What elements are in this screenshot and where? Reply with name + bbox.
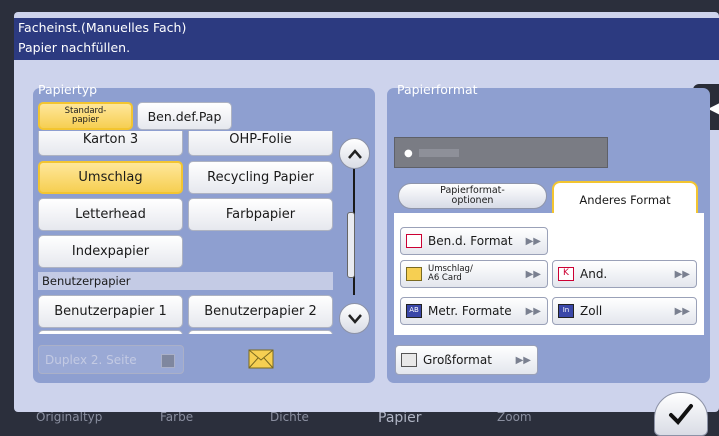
bg-tab-farbe: Farbe: [160, 410, 194, 424]
format-value-redacted: [419, 149, 459, 157]
btn-letterhead[interactable]: Letterhead: [38, 198, 183, 231]
btn-list-next-row-2[interactable]: [188, 330, 333, 334]
scroll-down-button[interactable]: [339, 303, 370, 334]
double-chevron-right-icon: ▶▶: [525, 268, 541, 280]
btn-karton-3[interactable]: Karton 3: [38, 131, 183, 156]
in-icon: In: [558, 304, 574, 318]
checkmark-icon: [669, 404, 693, 425]
format-display: ●: [394, 137, 608, 168]
double-chevron-right-icon: ▶▶: [525, 235, 541, 247]
envelope-icon: [248, 349, 274, 373]
paper-type-list: Karton 3 OHP-Folie Umschlag Recycling Pa…: [38, 131, 334, 334]
btn-large-format[interactable]: Großformat ▶▶: [395, 345, 538, 375]
btn-ohp-folie[interactable]: OHP-Folie: [188, 131, 333, 156]
ok-button[interactable]: [654, 392, 708, 436]
btn-umschlag[interactable]: Umschlag: [38, 161, 183, 194]
dialog-message: Papier nachfüllen.: [18, 40, 131, 55]
btn-metric-formats[interactable]: AB Metr. Formate ▶▶: [400, 297, 548, 325]
btn-indexpapier[interactable]: Indexpapier: [38, 235, 183, 268]
chevron-down-icon: [347, 313, 362, 324]
double-chevron-right-icon: ▶▶: [674, 305, 690, 317]
paper-type-title: Papiertyp: [38, 82, 98, 97]
bg-tab-zoom: Zoom: [497, 410, 532, 424]
user-paper-section-header: Benutzerpapier: [38, 272, 333, 290]
user-format-icon: [406, 234, 422, 248]
btn-envelope-a6[interactable]: Umschlag/ A6 Card ▶▶: [400, 260, 548, 288]
btn-other[interactable]: K And. ▶▶: [552, 260, 697, 288]
btn-benutzerpapier-2[interactable]: Benutzerpapier 2: [188, 295, 333, 328]
duplex-second-side-button[interactable]: Duplex 2. Seite: [38, 345, 184, 374]
tab-other-format[interactable]: Anderes Format: [552, 181, 698, 216]
btn-farbpapier[interactable]: Farbpapier: [188, 198, 333, 231]
bg-tab-dichte: Dichte: [270, 410, 309, 424]
paper-format-title: Papierformat: [397, 82, 478, 97]
large-format-icon: [401, 353, 417, 367]
dialog-title: Facheinst.(Manuelles Fach): [18, 20, 187, 35]
tab-standard-paper[interactable]: Standard- papier: [38, 102, 133, 130]
checkbox-icon: [161, 354, 175, 368]
btn-list-next-row[interactable]: [38, 330, 183, 334]
tab-format-options[interactable]: Papierformat- optionen: [398, 183, 547, 209]
btn-user-defined-format[interactable]: Ben.d. Format ▶▶: [400, 227, 548, 255]
tab-user-defined-paper[interactable]: Ben.def.Pap: [137, 102, 232, 130]
btn-inch[interactable]: In Zoll ▶▶: [552, 297, 697, 325]
k-icon: K: [558, 267, 574, 281]
btn-recycling-papier[interactable]: Recycling Papier: [188, 161, 333, 194]
double-chevron-right-icon: ▶▶: [674, 268, 690, 280]
scroll-up-button[interactable]: [339, 138, 370, 169]
chevron-up-icon: [347, 148, 362, 159]
double-chevron-right-icon: ▶▶: [525, 305, 541, 317]
btn-benutzerpapier-1[interactable]: Benutzerpapier 1: [38, 295, 183, 328]
envelope-small-icon: [406, 267, 422, 281]
bg-tab-papier: Papier: [378, 410, 422, 426]
hand-icon: ●: [404, 148, 413, 159]
double-chevron-right-icon: ▶▶: [515, 354, 531, 366]
bg-tab-originaltyp: Originaltyp: [36, 410, 103, 424]
scroll-thumb[interactable]: [347, 212, 355, 278]
ab-icon: AB: [406, 304, 422, 318]
